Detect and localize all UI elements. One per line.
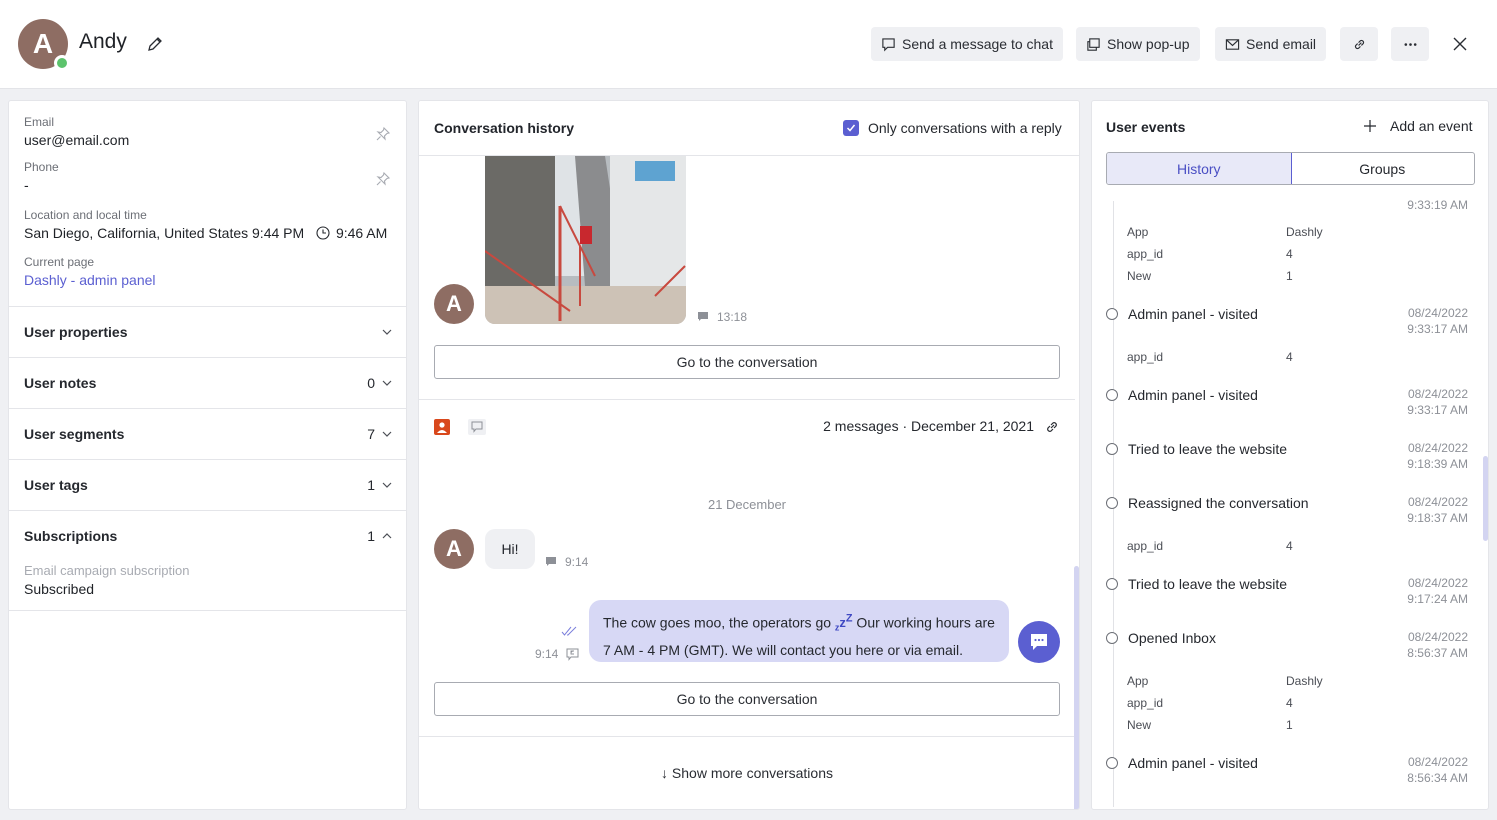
timeline-dot-icon xyxy=(1106,308,1118,320)
outgoing-message: The cow goes moo, the operators go zzZ O… xyxy=(589,600,1009,662)
send-email-button[interactable]: Send email xyxy=(1215,27,1326,61)
email-field: Email user@email.com xyxy=(24,115,129,148)
chat-bubble-filled-icon xyxy=(545,556,557,568)
message-meta: 13:18 xyxy=(697,310,747,324)
timeline-dot-icon xyxy=(1106,389,1118,401)
event-item[interactable]: Admin panel - visited xyxy=(1106,306,1258,322)
message-meta: 9:14 xyxy=(545,555,588,569)
online-status-indicator xyxy=(54,55,70,71)
go-to-conversation-button[interactable]: Go to the conversation xyxy=(434,682,1060,716)
show-popup-button[interactable]: Show pop-up xyxy=(1076,27,1200,61)
chevron-down-icon xyxy=(381,479,393,491)
section-user-notes[interactable]: User notes 0 xyxy=(9,357,407,408)
event-item[interactable]: Tried to leave the website xyxy=(1106,441,1287,457)
timeline-dot-icon xyxy=(1106,757,1118,769)
timeline-dot-icon xyxy=(1106,443,1118,455)
close-icon[interactable] xyxy=(1450,34,1470,54)
date-separator: 21 December xyxy=(419,497,1075,512)
scrollbar[interactable] xyxy=(1074,566,1079,810)
go-to-conversation-button[interactable]: Go to the conversation xyxy=(434,345,1060,379)
bot-avatar xyxy=(1018,621,1060,663)
email-subscription-field: Email campaign subscription Subscribed xyxy=(24,563,189,597)
user-header: A Andy Send a message to chat Show pop-u… xyxy=(0,0,1497,89)
pencil-icon[interactable] xyxy=(146,35,164,53)
user-name: Andy xyxy=(79,30,127,54)
event-item[interactable]: Opened Inbox xyxy=(1106,630,1216,646)
location-field: Location and local time San Diego, Calif… xyxy=(24,208,387,241)
incoming-message: Hi! xyxy=(485,529,535,569)
user-events-panel: User events Add an event History Groups … xyxy=(1091,100,1489,810)
conversation-history-header: Conversation history Only conversations … xyxy=(419,101,1080,156)
popup-icon xyxy=(1086,37,1101,52)
chevron-down-icon xyxy=(381,326,393,338)
reply-filter-label[interactable]: Only conversations with a reply xyxy=(868,120,1062,136)
phone-field: Phone - xyxy=(24,160,59,193)
user-avatar: A xyxy=(434,529,474,569)
clock-icon xyxy=(316,226,330,240)
divider xyxy=(419,399,1075,400)
chevron-up-icon xyxy=(381,530,393,542)
event-item[interactable]: Admin panel - visited xyxy=(1106,387,1258,403)
event-item[interactable]: Reassigned the conversation xyxy=(1106,495,1309,511)
section-user-properties[interactable]: User properties xyxy=(9,306,407,357)
divider xyxy=(9,610,407,611)
reply-filter-checkbox[interactable] xyxy=(843,120,859,136)
timeline-dot-icon xyxy=(1106,578,1118,590)
tab-history[interactable]: History xyxy=(1106,152,1292,185)
auto-reply-icon xyxy=(566,648,579,661)
events-tabs: History Groups xyxy=(1106,152,1475,185)
chat-bubble-icon xyxy=(881,37,896,52)
link-icon[interactable] xyxy=(1044,419,1060,435)
event-item[interactable]: Admin panel - visited xyxy=(1106,755,1258,771)
checkmark-icon xyxy=(846,123,856,133)
chat-channel-icon xyxy=(468,419,486,435)
more-dots-icon xyxy=(1403,37,1418,52)
read-checkmarks-icon xyxy=(561,625,579,637)
user-channel-icon xyxy=(434,419,450,435)
image-attachment[interactable] xyxy=(485,156,686,324)
conversation-history-panel: Conversation history Only conversations … xyxy=(418,100,1080,810)
scrollbar[interactable] xyxy=(1483,456,1488,541)
user-info-panel: Email user@email.com Phone - Location an… xyxy=(8,100,407,810)
street-stairs-photo xyxy=(485,156,686,324)
section-subscriptions[interactable]: Subscriptions 1 xyxy=(9,510,407,561)
sleeping-zz-emoji: zzZ xyxy=(835,615,853,630)
conversation-channel-icons xyxy=(434,419,486,435)
arrow-down-icon: ↓ xyxy=(661,765,668,781)
pin-icon[interactable] xyxy=(375,126,391,142)
envelope-icon xyxy=(1225,37,1240,52)
divider xyxy=(419,736,1075,737)
pin-icon[interactable] xyxy=(375,171,391,187)
current-page-field: Current page Dashly - admin panel xyxy=(24,255,156,288)
current-page-link[interactable]: Dashly - admin panel xyxy=(24,272,156,288)
chevron-down-icon xyxy=(381,377,393,389)
copy-link-button[interactable] xyxy=(1340,27,1378,61)
section-user-tags[interactable]: User tags 1 xyxy=(9,459,407,510)
tab-groups[interactable]: Groups xyxy=(1291,153,1475,184)
section-user-segments[interactable]: User segments 7 xyxy=(9,408,407,459)
event-item[interactable]: Tried to leave the website xyxy=(1106,576,1287,592)
conversation-info: 2 messages · December 21, 2021 xyxy=(823,418,1034,434)
user-avatar: A xyxy=(434,284,474,324)
link-icon xyxy=(1352,37,1367,52)
plus-icon xyxy=(1364,120,1376,132)
timeline-dot-icon xyxy=(1106,497,1118,509)
chat-bot-icon xyxy=(1028,631,1050,653)
chevron-down-icon xyxy=(381,428,393,440)
more-options-button[interactable] xyxy=(1391,27,1429,61)
timeline-dot-icon xyxy=(1106,632,1118,644)
chat-bubble-filled-icon xyxy=(697,311,709,323)
send-chat-message-button[interactable]: Send a message to chat xyxy=(871,27,1063,61)
add-event-button[interactable]: Add an event xyxy=(1364,118,1473,134)
show-more-conversations-button[interactable]: ↓ Show more conversations xyxy=(419,765,1075,781)
message-meta: 9:14 xyxy=(535,647,579,661)
